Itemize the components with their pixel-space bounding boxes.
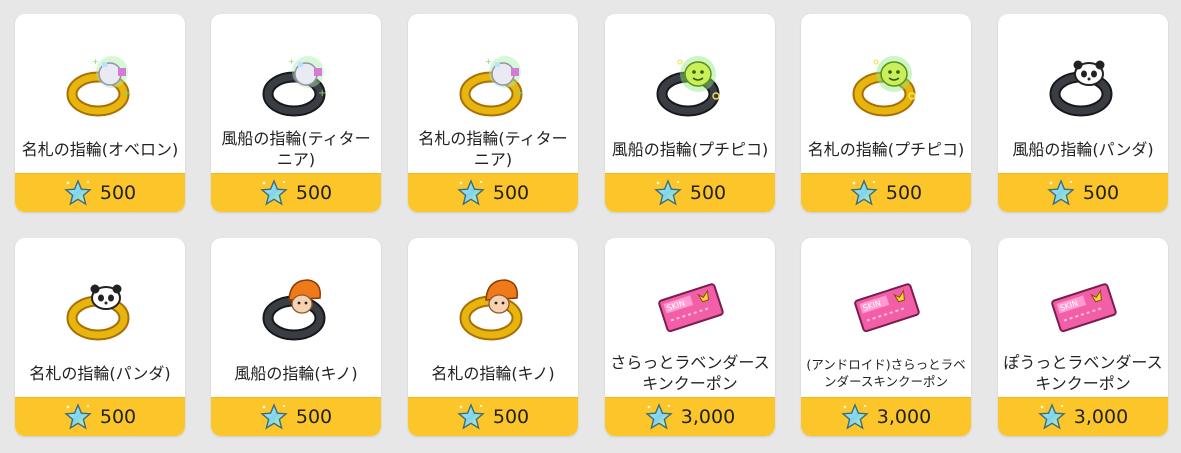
star-icon xyxy=(64,179,92,206)
price-value: 3,000 xyxy=(680,406,736,428)
star-icon xyxy=(1047,179,1075,206)
gold-ring-panda-icon xyxy=(60,266,140,346)
star-icon xyxy=(457,403,485,430)
shop-item-card[interactable]: SKIN さらっとラベンダースキンクーポン 3,000 xyxy=(605,238,775,436)
price-bar: 500 xyxy=(15,173,185,212)
black-ring-mushroom-icon xyxy=(256,266,336,346)
item-name: 風船の指輪(ティターニア) xyxy=(221,129,371,169)
shop-item-card[interactable]: 風船の指輪(キノ) 500 xyxy=(211,238,381,436)
price-bar: 500 xyxy=(998,173,1168,212)
price-bar: 500 xyxy=(211,173,381,212)
pink-coupon-icon: SKIN xyxy=(1043,266,1123,346)
item-name: 名札の指輪(パンダ) xyxy=(29,363,171,383)
shop-item-card[interactable]: 風船の指輪(プチピコ) 500 xyxy=(605,14,775,212)
item-name: 名札の指輪(オベロン) xyxy=(21,139,179,159)
price-bar: 3,000 xyxy=(998,397,1168,436)
shop-item-card[interactable]: + + 風船の指輪(ティターニア) 500 xyxy=(211,14,381,212)
svg-text:+: + xyxy=(515,88,523,99)
shop-item-card[interactable]: SKIN ぽうっとラベンダースキンクーポン 3,000 xyxy=(998,238,1168,436)
star-icon xyxy=(457,179,485,206)
price-bar: 3,000 xyxy=(605,397,775,436)
price-bar: 500 xyxy=(801,173,971,212)
item-name: 名札の指輪(プチピコ) xyxy=(807,139,965,159)
gold-ring-slime-icon xyxy=(846,42,926,122)
black-ring-panda-icon xyxy=(1043,42,1123,122)
shop-item-card[interactable]: + + 名札の指輪(オベロン) 500 xyxy=(15,14,185,212)
gold-ring-gem-icon: + + xyxy=(453,42,533,122)
star-icon xyxy=(260,179,288,206)
shop-item-card[interactable]: 名札の指輪(パンダ) 500 xyxy=(15,238,185,436)
price-bar: 500 xyxy=(211,397,381,436)
price-value: 3,000 xyxy=(876,406,932,428)
item-name: 風船の指輪(パンダ) xyxy=(1012,139,1154,159)
price-bar: 3,000 xyxy=(801,397,971,436)
star-icon xyxy=(64,403,92,430)
shop-item-card[interactable]: 名札の指輪(キノ) 500 xyxy=(408,238,578,436)
item-name: ぽうっとラベンダースキンクーポン xyxy=(1003,353,1163,393)
price-bar: 500 xyxy=(605,173,775,212)
price-value: 500 xyxy=(492,406,530,428)
price-value: 500 xyxy=(689,182,727,204)
shop-item-card[interactable]: 名札の指輪(プチピコ) 500 xyxy=(801,14,971,212)
price-bar: 500 xyxy=(15,397,185,436)
pink-coupon-icon: SKIN xyxy=(650,266,730,346)
gold-ring-mushroom-icon xyxy=(453,266,533,346)
black-ring-gem-icon: + + xyxy=(256,42,336,122)
black-ring-slime-icon xyxy=(650,42,730,122)
star-icon xyxy=(841,403,869,430)
price-value: 500 xyxy=(1082,182,1120,204)
price-value: 500 xyxy=(99,182,137,204)
item-name: 名札の指輪(キノ) xyxy=(431,363,555,383)
shop-item-card[interactable]: SKIN (アンドロイド)さらっとラベンダースキンクーポン 3,000 xyxy=(801,238,971,436)
shop-item-card[interactable]: 風船の指輪(パンダ) 500 xyxy=(998,14,1168,212)
price-bar: 500 xyxy=(408,173,578,212)
star-icon xyxy=(850,179,878,206)
star-icon xyxy=(645,403,673,430)
star-icon xyxy=(1038,403,1066,430)
price-value: 500 xyxy=(885,182,923,204)
item-name: 風船の指輪(プチピコ) xyxy=(611,139,769,159)
pink-coupon-icon: SKIN xyxy=(846,266,926,346)
svg-text:+: + xyxy=(485,57,492,66)
svg-text:+: + xyxy=(288,57,295,66)
star-icon xyxy=(654,179,682,206)
item-name: さらっとラベンダースキンクーポン xyxy=(610,353,770,393)
price-value: 500 xyxy=(295,406,333,428)
item-name: 名札の指輪(ティターニア) xyxy=(418,129,568,169)
item-name: (アンドロイド)さらっとラベンダースキンクーポン xyxy=(806,357,966,389)
shop-item-card[interactable]: + + 名札の指輪(ティターニア) 500 xyxy=(408,14,578,212)
svg-text:+: + xyxy=(318,88,326,99)
price-bar: 500 xyxy=(408,397,578,436)
item-name: 風船の指輪(キノ) xyxy=(234,363,358,383)
svg-text:+: + xyxy=(122,88,130,99)
price-value: 3,000 xyxy=(1073,406,1129,428)
gold-ring-gem-icon: + + xyxy=(60,42,140,122)
star-icon xyxy=(260,403,288,430)
svg-text:+: + xyxy=(92,57,99,66)
price-value: 500 xyxy=(295,182,333,204)
price-value: 500 xyxy=(99,406,137,428)
price-value: 500 xyxy=(492,182,530,204)
